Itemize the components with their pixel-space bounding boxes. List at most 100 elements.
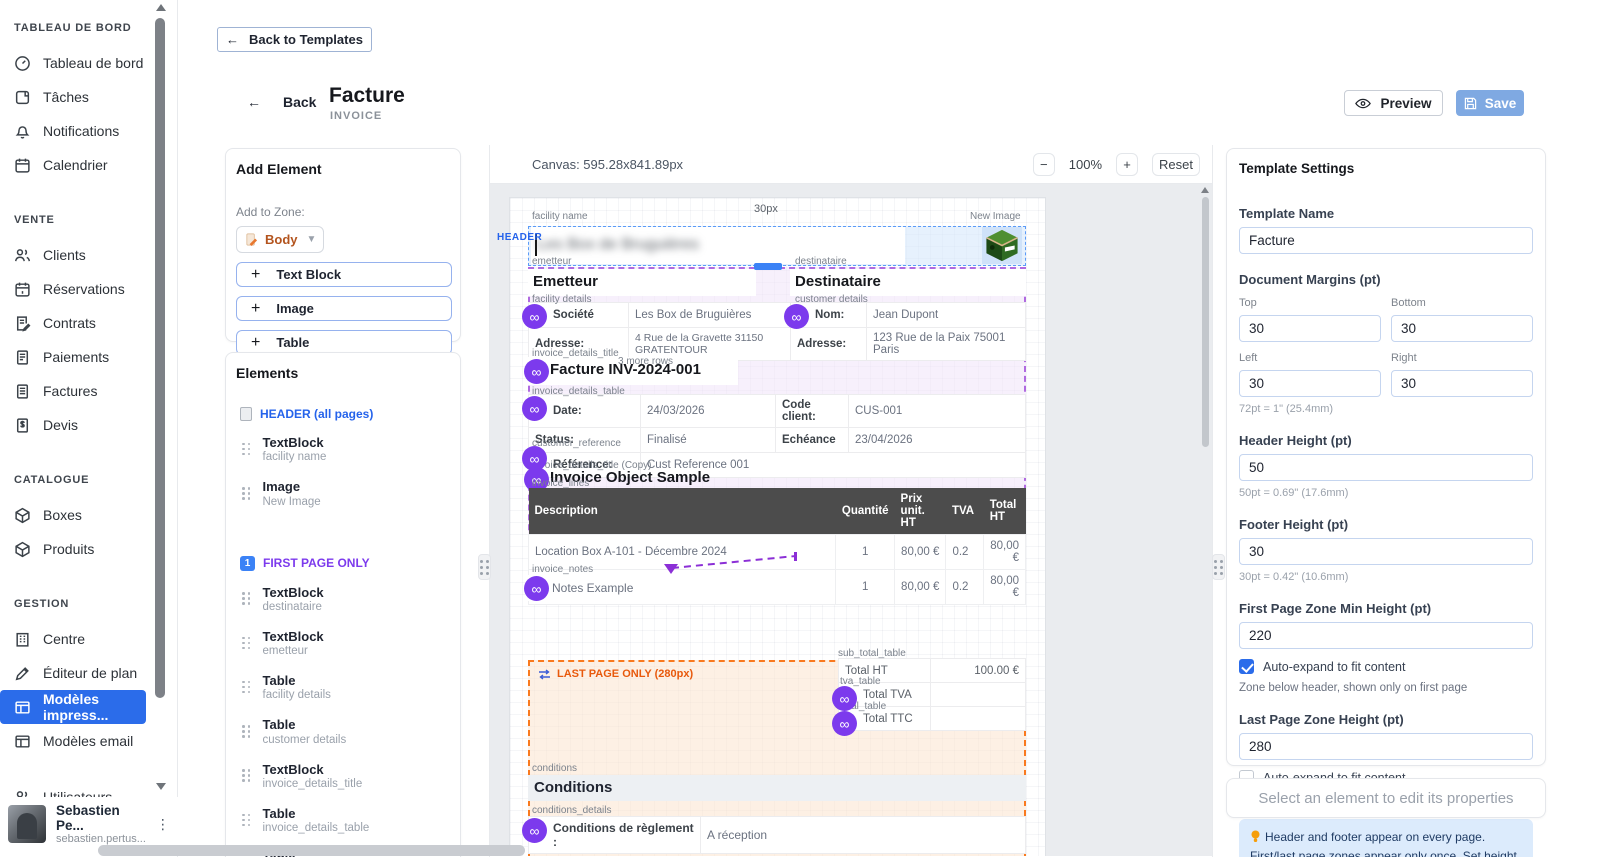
sidebar-item-quotes[interactable]: Devis (0, 408, 146, 442)
right-splitter-handle[interactable] (1212, 554, 1225, 580)
add-to-zone-label: Add to Zone: (236, 205, 450, 219)
binding-icon: ∞ (522, 304, 547, 329)
sidebar-item-boxes[interactable]: Boxes (0, 498, 146, 532)
sidebar-item-print-templates[interactable]: Modèles impress... (0, 690, 146, 724)
destinataire-textblock[interactable]: Destinataire (790, 269, 1026, 296)
header-height-input[interactable] (1239, 454, 1533, 481)
invoice-details-title-label: invoice_details_title (532, 348, 619, 359)
sidebar-item-invoices[interactable]: Factures (0, 374, 146, 408)
drag-handle-icon[interactable] (242, 725, 251, 738)
back-button[interactable]: ← Back (247, 94, 316, 110)
sidebar-item-calendar[interactable]: Calendrier (0, 148, 146, 182)
save-button[interactable]: Save (1456, 90, 1524, 116)
drag-handle-icon[interactable] (242, 769, 251, 782)
conditions-title-block[interactable]: Conditions (528, 775, 1026, 801)
zone-resize-handle[interactable] (754, 263, 782, 270)
margin-left-input[interactable] (1239, 370, 1381, 397)
left-splitter-handle[interactable] (478, 554, 491, 580)
calendar-icon (14, 281, 31, 298)
drag-handle-icon[interactable] (242, 681, 251, 694)
scroll-up-icon[interactable] (156, 4, 166, 11)
margin-right-input[interactable] (1391, 370, 1533, 397)
body-zone-icon (245, 233, 258, 246)
sidebar-item-payments[interactable]: Paiements (0, 340, 146, 374)
add-image-button[interactable]: + Image (236, 296, 452, 321)
drag-handle-icon[interactable] (242, 814, 251, 827)
element-item-textblock-invoice-details-title[interactable]: TextBlock invoice_details_title (236, 754, 450, 798)
sidebar-item-contracts[interactable]: Contrats (0, 306, 146, 340)
plus-icon: + (251, 266, 260, 284)
cube-icon (14, 507, 31, 524)
elements-panel: Elements HEADER (all pages) TextBlock fa… (225, 352, 461, 857)
invoice-lines-label: invoice_lines (532, 478, 589, 489)
customer-details-table[interactable]: Nom: Jean Dupont Adresse: 123 Rue de la … (790, 302, 1026, 361)
element-item-textblock-destinataire[interactable]: TextBlock destinataire (236, 577, 450, 621)
add-text-block-button[interactable]: + Text Block (236, 262, 452, 287)
emetteur-textblock[interactable]: Emetteur (528, 269, 756, 296)
drag-handle-icon[interactable] (242, 487, 251, 500)
add-element-panel: Add Element Add to Zone: Body ▼ + Text B… (225, 148, 461, 342)
last-zone-label: Last Page Zone Height (pt) (1239, 712, 1533, 727)
totals-table[interactable]: Total HT 100.00 € Total TVA Total TTC (838, 658, 1026, 731)
element-item-textblock-facility-name[interactable]: TextBlock facility name (236, 427, 450, 471)
canvas-scroll-up-icon[interactable] (1201, 187, 1209, 193)
margin-bottom-label: Bottom (1391, 297, 1533, 309)
sidebar-item-label: Contrats (43, 315, 96, 331)
zoom-in-button[interactable]: + (1116, 153, 1138, 176)
sidebar-item-label: Tâches (43, 89, 89, 105)
element-item-table-customer-details[interactable]: Table customer details (236, 709, 450, 753)
auto-expand-first-checkbox[interactable] (1239, 659, 1254, 674)
preview-button[interactable]: Preview (1344, 90, 1443, 116)
plus-icon: + (251, 334, 260, 352)
conditions-table[interactable]: Conditions de règlement : A réception (528, 816, 1026, 854)
last-zone-input[interactable] (1239, 733, 1533, 760)
drag-handle-icon[interactable] (242, 637, 251, 650)
canvas-header: Canvas: 595.28x841.89px − 100% + Reset (490, 145, 1212, 184)
document-page[interactable]: 30px facility name New Image HEADER Les … (510, 198, 1045, 856)
zone-select[interactable]: Body ▼ (236, 226, 324, 253)
first-zone-input[interactable] (1239, 622, 1533, 649)
save-icon (1464, 97, 1477, 110)
sidebar-scrollbar[interactable] (154, 2, 166, 792)
sidebar-item-clients[interactable]: Clients (0, 238, 146, 272)
users-icon (14, 247, 31, 264)
sidebar-item-center[interactable]: Centre (0, 622, 146, 656)
user-profile[interactable]: Sebastien Pe... sebastien.pertus... ⋮ (0, 797, 178, 851)
sidebar-item-label: Réservations (43, 281, 125, 297)
sidebar-item-label: Clients (43, 247, 86, 263)
logo-image-element[interactable] (982, 227, 1022, 264)
element-item-textblock-emetteur[interactable]: TextBlock emetteur (236, 621, 450, 665)
zoom-out-button[interactable]: − (1033, 153, 1055, 176)
user-email: sebastien.pertus... (56, 833, 146, 845)
sidebar-item-products[interactable]: Produits (0, 532, 146, 566)
horizontal-scrollbar-thumb[interactable] (98, 845, 525, 856)
footer-height-input[interactable] (1239, 538, 1533, 565)
sidebar-item-label: Notifications (43, 123, 119, 139)
margin-top-input[interactable] (1239, 315, 1381, 342)
facility-name-textblock[interactable]: Les Box de Bruguières (531, 227, 905, 264)
customer-details-label: customer details (795, 294, 868, 305)
sidebar-item-notifications[interactable]: Notifications (0, 114, 146, 148)
sidebar-item-reservations[interactable]: Réservations (0, 272, 146, 306)
bell-icon (14, 123, 31, 140)
drag-handle-icon[interactable] (242, 443, 251, 456)
scroll-down-icon[interactable] (156, 783, 166, 790)
back-to-templates-button[interactable]: ← Back to Templates (217, 27, 372, 52)
element-item-image-new-image[interactable]: Image New Image (236, 471, 450, 515)
sidebar-item-plan-editor[interactable]: Éditeur de plan (0, 656, 146, 690)
drag-handle-icon[interactable] (242, 592, 251, 605)
element-item-table-facility-details[interactable]: Table facility details (236, 665, 450, 709)
element-item-table-invoice-details-table[interactable]: Table invoice_details_table (236, 798, 450, 842)
user-menu-icon[interactable]: ⋮ (156, 816, 180, 833)
notes-textblock[interactable]: ∞ Notes Example (528, 575, 830, 601)
sidebar-item-dashboard[interactable]: Tableau de bord (0, 46, 146, 80)
scrollbar-thumb[interactable] (155, 18, 165, 698)
sidebar-item-email-templates[interactable]: Modèles email (0, 724, 146, 758)
canvas-body[interactable]: 30px facility name New Image HEADER Les … (490, 184, 1212, 856)
template-name-input[interactable] (1239, 227, 1533, 254)
binding-icon: ∞ (832, 711, 857, 736)
margin-bottom-input[interactable] (1391, 315, 1533, 342)
zoom-reset-button[interactable]: Reset (1152, 153, 1200, 176)
sidebar-item-tasks[interactable]: Tâches (0, 80, 146, 114)
canvas-scrollbar-thumb[interactable] (1202, 197, 1209, 447)
